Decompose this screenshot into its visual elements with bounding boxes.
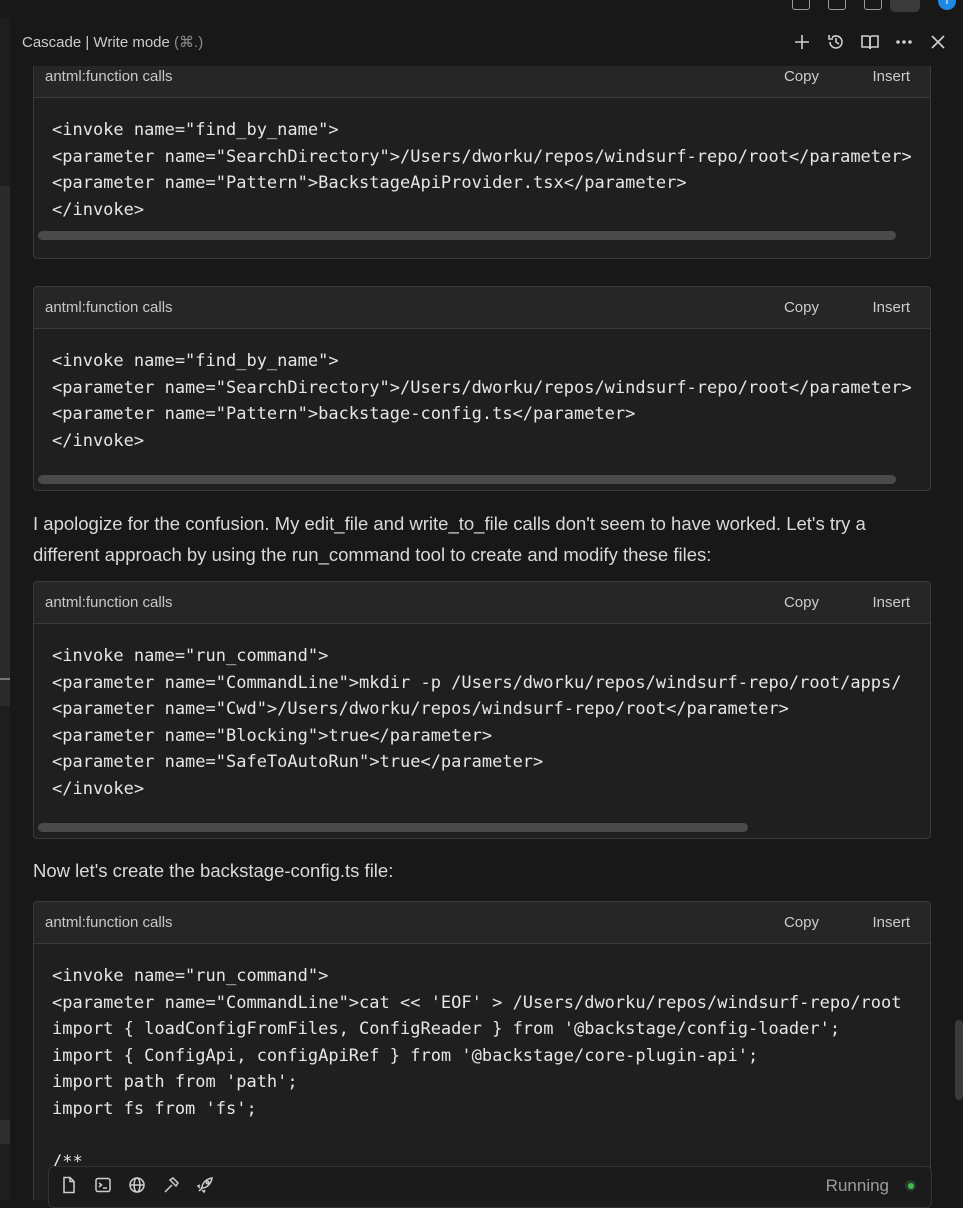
hammer-icon[interactable] [161,1175,181,1195]
more-icon[interactable] [893,31,915,53]
code-content: <invoke name="find_by_name"> <parameter … [52,351,912,451]
book-icon[interactable] [859,31,881,53]
tool-icons [59,1175,215,1195]
code-language-label: antml:function calls [45,68,173,85]
code-block-header: antml:function calls Copy Insert [34,287,930,329]
toolbar-icon[interactable] [828,0,846,10]
copy-button[interactable]: Copy [784,914,819,931]
bottom-toolbar: Running [48,1166,932,1208]
insert-button[interactable]: Insert [872,299,910,316]
assistant-message: I apologize for the confusion. My edit_f… [33,513,866,565]
horizontal-scrollbar[interactable] [38,231,896,240]
code-block-header: antml:function calls Copy Insert [34,66,930,98]
toolbar-icon[interactable] [792,0,810,10]
file-icon[interactable] [59,1175,79,1195]
code-block: antml:function calls Copy Insert <invoke… [33,581,931,839]
globe-icon[interactable] [127,1175,147,1195]
code-language-label: antml:function calls [45,594,173,611]
insert-button[interactable]: Insert [872,68,910,85]
panel-header: Cascade | Write mode (⌘.) [10,18,963,66]
horizontal-scrollbar[interactable] [38,475,896,484]
close-icon[interactable] [927,31,949,53]
shortcut-hint: (⌘.) [174,34,204,51]
code-block-header: antml:function calls Copy Insert [34,902,930,944]
panel-title: Cascade | Write mode (⌘.) [22,33,203,51]
code-block-header: antml:function calls Copy Insert [34,582,930,624]
code-language-label: antml:function calls [45,914,173,931]
header-actions [791,18,949,66]
code-block: antml:function calls Copy Insert <invoke… [33,901,931,1200]
terminal-icon[interactable] [93,1175,113,1195]
code-language-label: antml:function calls [45,299,173,316]
run-status: Running [825,1176,889,1195]
rocket-icon[interactable] [195,1175,215,1195]
horizontal-scrollbar[interactable] [38,823,748,832]
insert-button[interactable]: Insert [872,914,910,931]
assistant-message: Now let's create the backstage-config.ts… [33,860,394,881]
code-content: <invoke name="run_command"> <parameter n… [52,966,902,1172]
editor-gutter [0,18,10,1200]
code-content: <invoke name="find_by_name"> <parameter … [52,120,912,220]
info-badge-icon[interactable]: i [938,0,956,10]
plus-icon[interactable] [791,31,813,53]
active-toolbar-icon[interactable] [890,0,920,12]
copy-button[interactable]: Copy [784,299,819,316]
panel-title-text: Cascade | Write mode [22,34,170,51]
code-block: antml:function calls Copy Insert <invoke… [33,286,931,491]
gutter-highlight [0,1120,10,1144]
chat-content[interactable]: antml:function calls Copy Insert <invoke… [10,66,963,1200]
insert-button[interactable]: Insert [872,594,910,611]
status-dot-icon [905,1180,916,1191]
gutter-bar [0,186,10,706]
code-block: antml:function calls Copy Insert <invoke… [33,66,931,259]
copy-button[interactable]: Copy [784,68,819,85]
code-content: <invoke name="run_command"> <parameter n… [52,646,902,799]
history-icon[interactable] [825,31,847,53]
panel-scrollbar[interactable] [955,1020,963,1100]
top-toolbar-strip: i [0,0,963,18]
toolbar-icon[interactable] [864,0,882,10]
copy-button[interactable]: Copy [784,594,819,611]
gutter-marker [0,678,10,680]
